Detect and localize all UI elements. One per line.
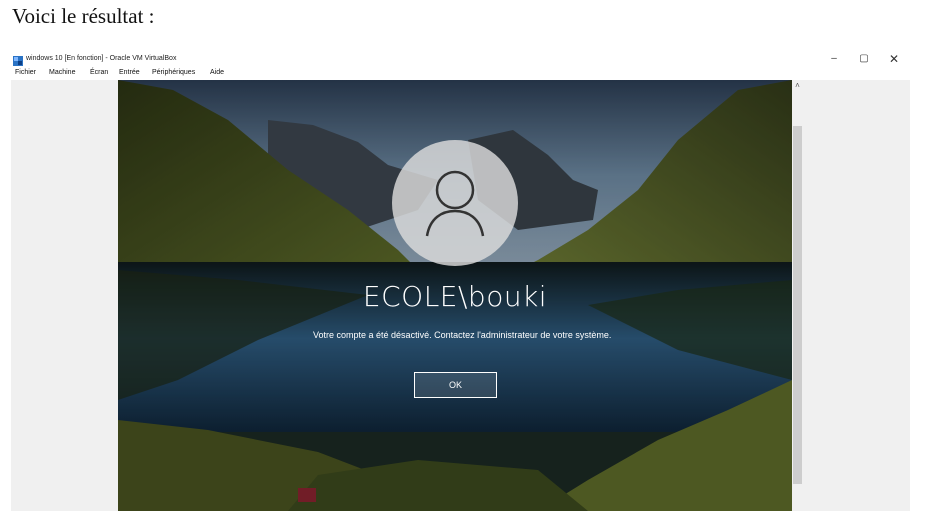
virtualbox-icon — [13, 53, 23, 66]
user-avatar — [392, 140, 518, 266]
username-label: ECOLE\bouki — [362, 280, 548, 313]
menu-fichier[interactable]: Fichier — [15, 69, 36, 76]
guest-screen[interactable]: ECOLE\bouki Votre compte a été désactivé… — [118, 80, 792, 511]
account-disabled-message: Votre compte a été désactivé. Contactez … — [313, 330, 612, 340]
scroll-up-arrow-icon[interactable]: ˄ — [792, 81, 803, 90]
menu-entree[interactable]: Entrée — [119, 69, 140, 76]
menu-aide[interactable]: Aide — [210, 69, 224, 76]
user-silhouette-icon — [425, 170, 485, 237]
intro-text: Voici le résultat : — [12, 4, 155, 28]
menu-bar: Fichier Machine Écran Entrée Périphériqu… — [11, 67, 910, 80]
virtualbox-window: windows 10 [En fonction] - Oracle VM Vir… — [11, 49, 910, 511]
menu-ecran[interactable]: Écran — [90, 69, 108, 76]
menu-peripheriques[interactable]: Périphériques — [152, 69, 195, 76]
maximize-button[interactable]: ▢ — [854, 52, 874, 66]
ok-button[interactable]: OK — [414, 372, 497, 398]
window-title: windows 10 [En fonction] - Oracle VM Vir… — [26, 55, 177, 62]
close-button[interactable]: ✕ — [884, 52, 904, 66]
minimize-button[interactable]: – — [824, 52, 844, 66]
scroll-thumb[interactable] — [793, 126, 802, 484]
vertical-scrollbar[interactable]: ˄ — [792, 80, 803, 511]
menu-machine[interactable]: Machine — [49, 69, 75, 76]
vm-display-area: ECOLE\bouki Votre compte a été désactivé… — [11, 80, 910, 511]
title-bar[interactable]: windows 10 [En fonction] - Oracle VM Vir… — [11, 49, 910, 67]
